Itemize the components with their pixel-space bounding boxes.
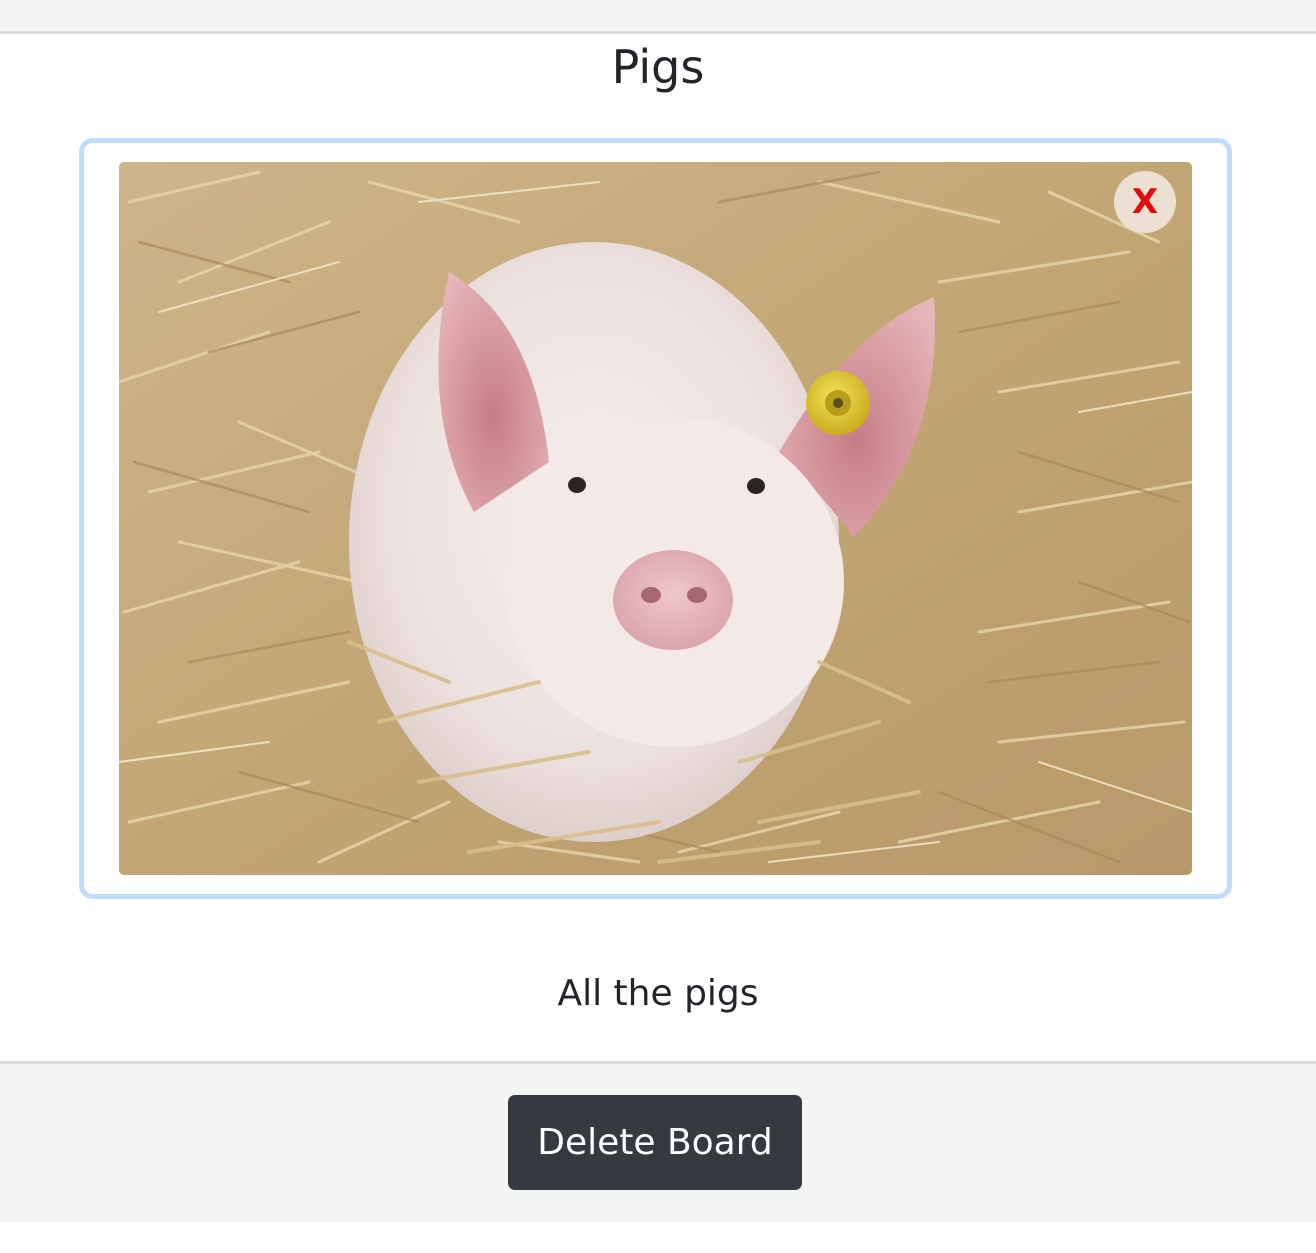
board-description: All the pigs xyxy=(557,973,759,1014)
board-title: Pigs xyxy=(611,40,705,94)
board-footer: Delete Board xyxy=(0,1061,1316,1222)
pin-image[interactable]: X xyxy=(119,162,1192,875)
top-nav-strip xyxy=(0,0,1316,34)
remove-pin-button[interactable]: X xyxy=(1114,171,1176,233)
pin-card[interactable]: X xyxy=(79,138,1232,899)
delete-board-button[interactable]: Delete Board xyxy=(508,1095,802,1190)
